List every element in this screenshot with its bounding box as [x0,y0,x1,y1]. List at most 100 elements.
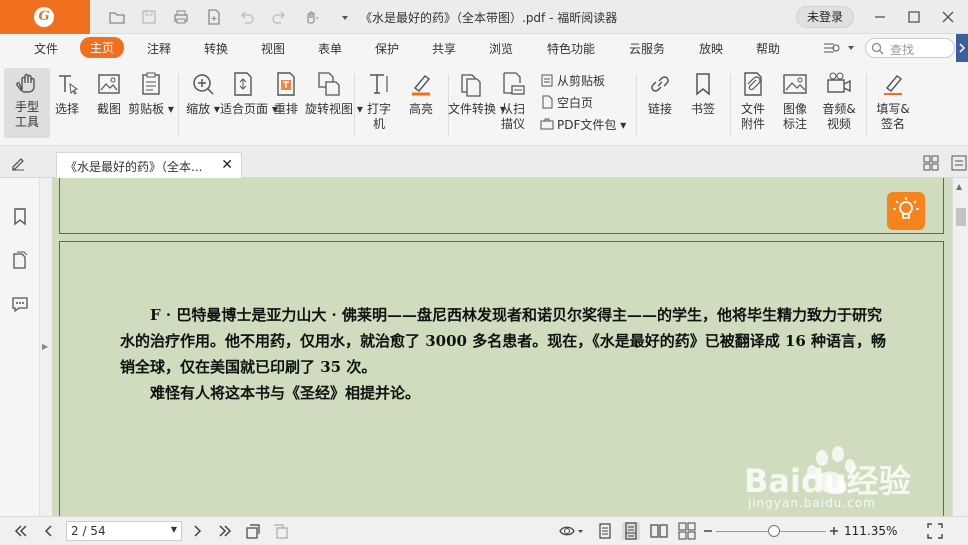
from-clipboard-button[interactable]: 从剪贴板 [540,72,605,89]
continuous-page-icon[interactable] [622,522,640,540]
menu-comment[interactable]: 注释 [147,40,171,57]
typewriter-button[interactable]: 打字机 [356,70,402,132]
previous-page-icon[interactable] [40,522,58,540]
from-scanner-button[interactable]: 从扫描仪 [490,70,536,132]
ribbon-toolbar: 手型工具 选择 截图 剪贴板 ▾ 缩放 ▾ 适合页面 ▾ 重排 旋转视图 ▾ 打… [0,62,968,146]
file-attachment-button[interactable]: 文件附件 [730,70,776,132]
zoom-icon [193,74,214,95]
watermark-url: jingyan.baidu.com [748,496,876,510]
image-annotation-button[interactable]: 图像标注 [772,70,818,132]
close-icon[interactable] [938,7,958,27]
highlight-button[interactable]: 高亮 [398,70,444,117]
document-view[interactable]: F · 巴特曼博士是亚力山大 · 佛莱明——盘尼西林发现者和诺贝尔奖得主——的学… [52,178,952,531]
link-button[interactable]: 链接 [637,70,683,117]
fill-sign-button[interactable]: 填写&签名 [870,70,916,132]
print-icon[interactable] [172,8,190,26]
menu-bar: 文件 主页 注释 转换 视图 表单 保护 共享 浏览 特色功能 云服务 放映 帮… [0,34,968,62]
paragraph: 难怪有人将这本书与《圣经》相提并论。 [150,384,421,402]
menu-home[interactable]: 主页 [80,37,125,58]
continuous-facing-icon[interactable] [678,522,696,540]
menu-convert[interactable]: 转换 [204,40,228,57]
highlight-icon [412,75,431,96]
portfolio-icon [540,118,554,130]
scroll-up-icon[interactable]: ▲ [956,182,962,191]
blank-page-icon [542,95,553,109]
document-tab[interactable]: 《水是最好的药》（全本... ✕ [56,152,242,178]
edit-pen-icon[interactable] [10,155,26,171]
zoom-level[interactable]: 111.35% [844,524,897,538]
first-page-icon[interactable] [12,522,30,540]
facing-pages-icon[interactable] [650,522,668,540]
attachment-icon [744,72,762,96]
login-button[interactable]: 未登录 [796,6,854,28]
fullscreen-icon[interactable] [926,522,944,540]
undo-icon[interactable] [238,8,256,26]
expand-sidebar-icon[interactable]: ▶ [42,342,48,351]
audio-video-button[interactable]: 音频& 视频 [816,70,862,132]
fit-page-button[interactable]: 适合页面 ▾ [220,70,278,117]
page-text: F · 巴特曼博士是亚力山大 · 佛莱明——盘尼西林发现者和诺贝尔奖得主——的学… [120,302,890,406]
pdf-page-current: F · 巴特曼博士是亚力山大 · 佛莱明——盘尼西林发现者和诺贝尔奖得主——的学… [59,241,944,531]
minimize-icon[interactable] [870,7,890,27]
menu-cloud[interactable]: 云服务 [629,40,665,57]
save-icon[interactable] [140,8,158,26]
zoom-slider-knob[interactable] [768,525,781,537]
page-number-input[interactable]: 2 / 54 ▼ [66,521,182,541]
comments-panel-icon[interactable] [10,294,30,314]
vertical-scrollbar[interactable]: ▲ [952,178,968,516]
redo-icon[interactable] [270,8,288,26]
page-dropdown-icon[interactable]: ▼ [171,525,177,534]
panel-settings-icon[interactable] [951,155,967,171]
typewriter-icon [370,74,388,94]
zoom-in-icon[interactable] [828,522,840,540]
lightbulb-tips-button[interactable] [887,192,925,230]
zoom-out-icon[interactable] [702,522,714,540]
file-convert-button[interactable]: 文件转换 ▾ [448,70,506,117]
bookmark-label: 书签 [690,102,715,116]
maximize-icon[interactable] [904,7,924,27]
menu-help[interactable]: 帮助 [756,40,780,57]
menu-protect[interactable]: 保护 [375,40,399,57]
hand-dropdown-icon[interactable] [302,8,320,26]
left-sidebar [0,178,40,516]
screenshot-button[interactable]: 截图 [86,70,132,117]
app-logo[interactable]: G [0,0,90,34]
rotate-view-button[interactable]: 旋转视图 ▾ [305,70,363,117]
menu-file[interactable]: 文件 [34,40,58,57]
select-button[interactable]: 选择 [44,70,90,117]
open-folder-icon[interactable] [108,8,126,26]
scrollbar-thumb[interactable] [956,208,966,226]
clipboard-button[interactable]: 剪贴板 ▾ [128,70,174,117]
search-options-icon[interactable] [822,40,856,56]
menu-share[interactable]: 共享 [432,40,456,57]
blank-page-button[interactable]: 空白页 [540,94,593,111]
last-page-icon[interactable] [216,522,234,540]
next-view-icon[interactable] [272,522,290,540]
bookmarks-panel-icon[interactable] [10,206,30,226]
select-label: 选择 [54,102,79,116]
clipboard-label: 剪贴板 ▾ [128,102,174,116]
menu-browse[interactable]: 浏览 [489,40,513,57]
next-page-icon[interactable] [188,522,206,540]
title-bar: G 《水是最好的药》（全本带图）.pdf - 福昕阅读器 未登录 [0,0,968,34]
reflow-button[interactable]: 重排 [263,70,309,117]
read-mode-icon[interactable] [558,522,584,540]
close-tab-icon[interactable]: ✕ [221,157,233,173]
panel-toggle-tab[interactable] [956,34,968,62]
new-document-icon[interactable] [205,8,223,26]
search-input[interactable]: 查找 [865,38,955,58]
previous-view-icon[interactable] [244,522,262,540]
single-page-icon[interactable] [596,522,614,540]
pages-panel-icon[interactable] [10,250,30,270]
pdf-page-previous [59,178,944,234]
menu-view[interactable]: 视图 [261,40,285,57]
customize-dropdown-icon[interactable] [340,12,350,22]
bookmark-button[interactable]: 书签 [680,70,726,117]
pdf-portfolio-button[interactable]: PDF文件包 ▾ [540,116,626,133]
search-icon [871,42,884,55]
grid-view-icon[interactable] [923,155,939,171]
menu-features[interactable]: 特色功能 [547,40,595,57]
menu-presentation[interactable]: 放映 [699,40,723,57]
menu-form[interactable]: 表单 [318,40,342,57]
file-convert-icon [461,74,481,97]
